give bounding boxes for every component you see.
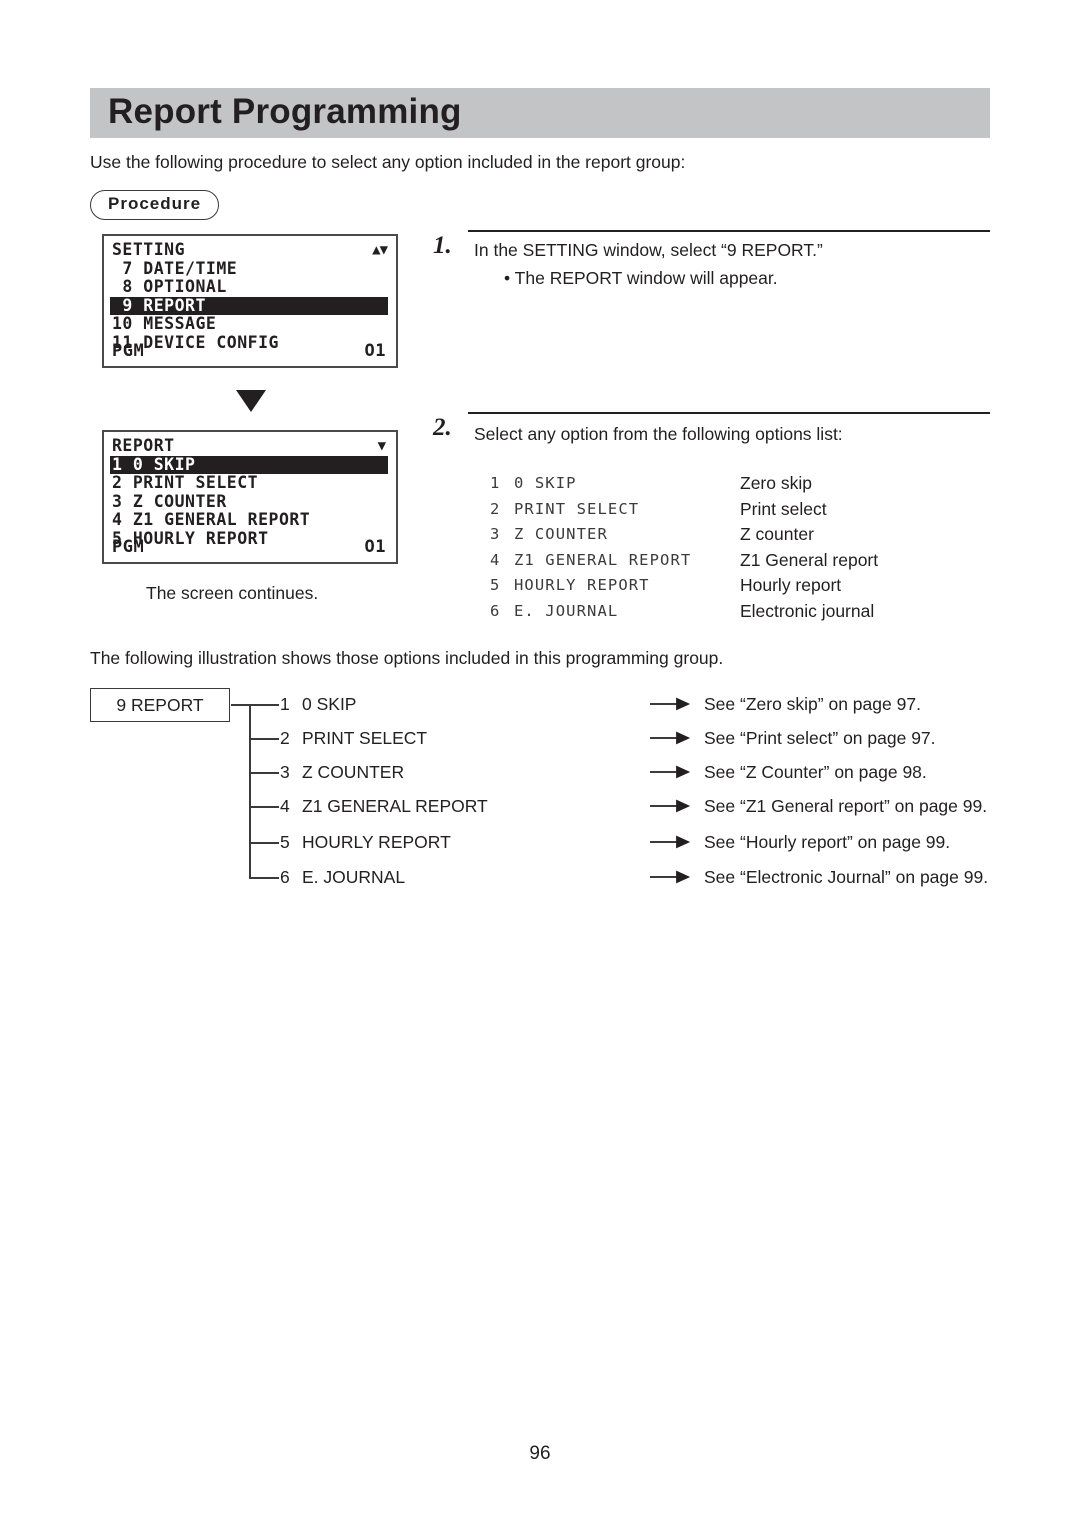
- tree-item-reference: See “Print select” on page 97.: [704, 728, 936, 748]
- lcd-setting-statusbar: PGM O1: [104, 340, 396, 362]
- tree-spine-connector: [249, 704, 251, 878]
- screen-continues-caption: The screen continues.: [146, 583, 319, 603]
- right-arrow-icon: [650, 797, 694, 815]
- tree-item-reference: See “Z1 General report” on page 99.: [704, 796, 988, 816]
- tree-item-reference: See “Zero skip” on page 97.: [704, 694, 921, 714]
- step-2-text: Select any option from the following opt…: [474, 424, 843, 444]
- step-1-number: 1.: [433, 232, 452, 259]
- procedure-badge: Procedure: [90, 190, 220, 220]
- option-code: PRINT SELECT: [514, 499, 640, 518]
- lcd-report-title: REPORT: [112, 436, 175, 455]
- option-index: 1: [490, 474, 500, 492]
- option-index: 6: [490, 601, 500, 620]
- lcd-screen-report: REPORT 1 0 SKIP 2 PRINT SELECT 3 Z COUNT…: [102, 430, 398, 564]
- tree-item-reference: See “Z Counter” on page 98.: [704, 762, 927, 782]
- right-arrow-icon: [650, 868, 694, 886]
- lcd-setting-row-0: 7 DATE/TIME: [112, 258, 238, 278]
- tree-branch-connector: [249, 806, 279, 808]
- option-description: Print select: [740, 498, 827, 519]
- step-1-text: In the SETTING window, select “9 REPORT.…: [474, 240, 823, 260]
- option-index: 4: [490, 550, 500, 569]
- lcd-report-row-3: 4 Z1 GENERAL REPORT: [112, 510, 311, 529]
- tree-root-label: 9 REPORT: [116, 695, 204, 715]
- tree-branch-connector: [249, 877, 279, 879]
- lcd-report-mode: PGM: [112, 537, 145, 557]
- right-arrow-icon: [650, 833, 694, 851]
- page-number: 96: [529, 1443, 551, 1464]
- option-code: HOURLY REPORT: [514, 576, 650, 594]
- option-description: Electronic journal: [740, 600, 875, 621]
- tree-branch-connector: [249, 772, 279, 774]
- intro-paragraph: Use the following procedure to select an…: [90, 152, 686, 172]
- tree-item-number: 3: [280, 762, 290, 782]
- option-code: Z COUNTER: [514, 525, 608, 543]
- options-tree-diagram: 9 REPORT 1 0 SKIP See “Zero skip” on pag…: [90, 688, 990, 903]
- page-title-band: Report Programming: [90, 88, 990, 138]
- option-description: Z1 General report: [740, 549, 879, 570]
- tree-item-label: Z1 GENERAL REPORT: [302, 796, 488, 816]
- page-title: Report Programming: [108, 92, 462, 132]
- lcd-report-row-1: 2 PRINT SELECT: [112, 473, 259, 492]
- option-description: Hourly report: [740, 575, 842, 595]
- option-description: Zero skip: [740, 473, 812, 493]
- option-index: 2: [490, 499, 500, 518]
- tree-root-box: 9 REPORT: [90, 688, 230, 722]
- lcd-setting-mode: PGM: [112, 341, 145, 361]
- lcd-setting-row-3: 10 MESSAGE: [112, 314, 217, 333]
- step-1-rule: [468, 230, 990, 232]
- step-2-rule: [468, 412, 990, 414]
- lcd-setting-operator: O1: [364, 341, 386, 361]
- tree-item-number: 6: [280, 867, 290, 887]
- tree-item-number: 5: [280, 832, 290, 852]
- lcd-report-row-2: 3 Z COUNTER: [112, 491, 227, 511]
- lcd-setting-row-2-selected: 9 REPORT: [110, 296, 388, 315]
- tree-item-label: E. JOURNAL: [302, 867, 406, 887]
- right-arrow-icon: [650, 695, 694, 713]
- right-arrow-icon: [650, 729, 694, 747]
- lcd-screen-setting: SETTING 7 DATE/TIME 8 OPTIONAL 9 REPORT …: [102, 234, 398, 368]
- lcd-report-row-0-selected: 1 0 SKIP: [110, 455, 388, 474]
- option-code: Z1 GENERAL REPORT: [514, 550, 692, 569]
- tree-item-reference: See “Electronic Journal” on page 99.: [704, 867, 989, 887]
- tree-item-reference: See “Hourly report” on page 99.: [704, 832, 951, 852]
- lcd-setting-title: SETTING: [112, 240, 186, 259]
- down-triangle-icon: [236, 390, 266, 412]
- lcd-report-operator: O1: [364, 537, 386, 557]
- option-code: 0 SKIP: [514, 474, 577, 492]
- step-1-note: • The REPORT window will appear.: [504, 268, 778, 288]
- tree-item-label: PRINT SELECT: [302, 728, 428, 748]
- scroll-up-down-arrows-icon: ▲▼: [372, 242, 388, 258]
- step-2-number: 2.: [433, 414, 452, 441]
- tree-item-label: 0 SKIP: [302, 694, 357, 714]
- document-page: Report Programming Use the following pro…: [0, 0, 1080, 1524]
- scroll-down-arrow-icon: ▼: [377, 438, 387, 454]
- tree-branch-connector: [249, 842, 279, 844]
- tree-item-label: Z COUNTER: [302, 762, 405, 782]
- option-index: 3: [490, 525, 500, 543]
- tree-branch-connector: [249, 738, 279, 740]
- tree-item-number: 1: [280, 694, 290, 714]
- illustration-note: The following illustration shows those o…: [90, 648, 724, 668]
- right-arrow-icon: [650, 763, 694, 781]
- lcd-setting-row-1: 8 OPTIONAL: [112, 277, 227, 296]
- option-description: Z counter: [740, 524, 814, 544]
- option-code: E. JOURNAL: [514, 601, 619, 620]
- tree-item-label: HOURLY REPORT: [302, 832, 451, 852]
- option-index: 5: [490, 576, 500, 594]
- tree-branch-connector: [249, 704, 279, 706]
- tree-item-number: 2: [280, 728, 290, 748]
- tree-item-number: 4: [280, 796, 290, 816]
- tree-stem-connector: [231, 704, 250, 706]
- lcd-report-statusbar: PGM O1: [104, 536, 396, 558]
